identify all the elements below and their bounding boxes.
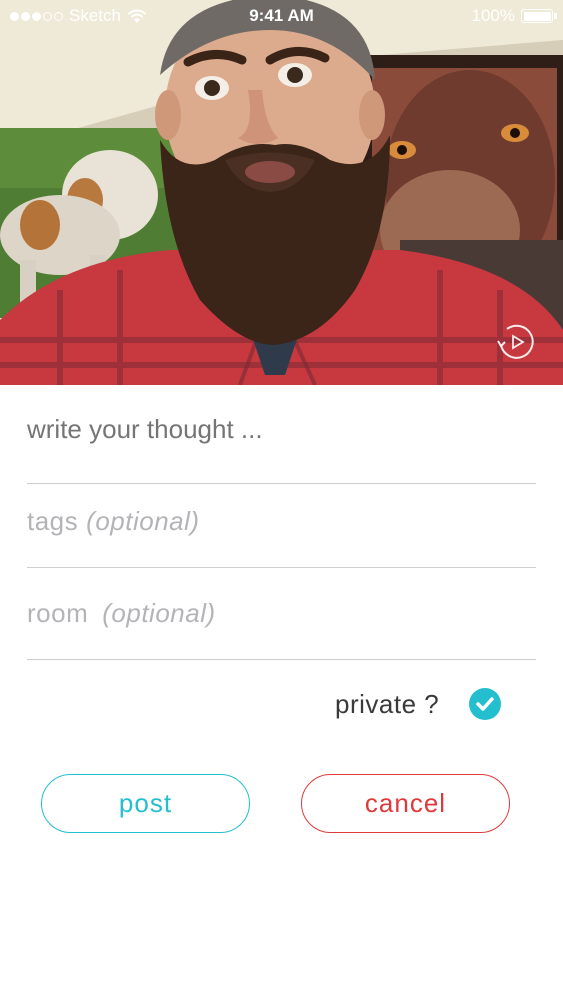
video-preview[interactable]: Sketch 9:41 AM 100% [0, 0, 563, 385]
private-checkbox[interactable] [469, 688, 502, 720]
room-optional-hint: (optional) [102, 598, 216, 628]
private-label: private ? [335, 688, 440, 719]
thought-field[interactable] [27, 414, 536, 484]
tags-optional-hint: (optional) [86, 506, 200, 536]
checkmark-icon [476, 697, 494, 711]
thought-input[interactable] [27, 414, 536, 445]
replay-icon[interactable] [495, 321, 537, 363]
cancel-button[interactable]: cancel [301, 774, 510, 833]
status-right: 100% [471, 6, 557, 26]
room-field[interactable]: room (optional) [27, 598, 536, 660]
video-frame-image [0, 0, 563, 385]
room-label: room [27, 598, 89, 628]
post-button[interactable]: post [41, 774, 250, 833]
battery-percent: 100% [471, 6, 515, 25]
private-toggle-row: private ? [335, 688, 502, 720]
tags-label: tags [27, 506, 79, 536]
status-bar: Sketch 9:41 AM 100% [0, 0, 563, 34]
battery-icon [521, 9, 557, 23]
tags-field[interactable]: tags (optional) [27, 506, 536, 568]
